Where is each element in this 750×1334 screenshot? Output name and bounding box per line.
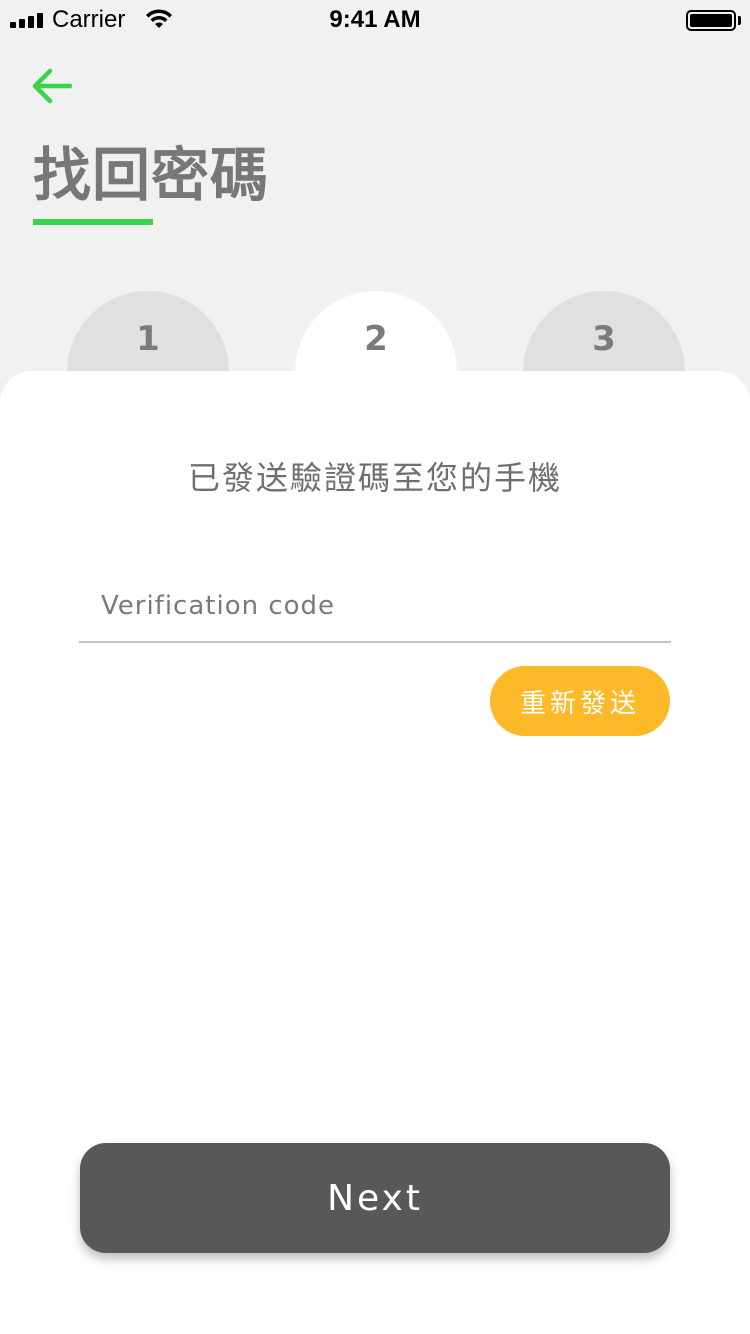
status-time: 9:41 AM: [329, 6, 421, 33]
step-number: 3: [592, 319, 616, 359]
status-bar: Carrier 9:41 AM: [0, 0, 750, 40]
verification-code-input[interactable]: [79, 571, 671, 643]
step-number: 2: [364, 319, 388, 359]
step-number: 1: [136, 319, 160, 359]
title-underline: [33, 219, 153, 225]
arrow-left-icon[interactable]: [28, 64, 76, 108]
battery-icon: [686, 10, 736, 31]
next-button[interactable]: Next: [80, 1143, 670, 1253]
verification-card: 已發送驗證碼至您的手機 重新發送 Next: [0, 371, 750, 1334]
page-title: 找回密碼: [33, 141, 270, 209]
resend-button[interactable]: 重新發送: [490, 666, 670, 736]
sent-message: 已發送驗證碼至您的手機: [187, 459, 562, 497]
battery-tip: [738, 16, 741, 25]
